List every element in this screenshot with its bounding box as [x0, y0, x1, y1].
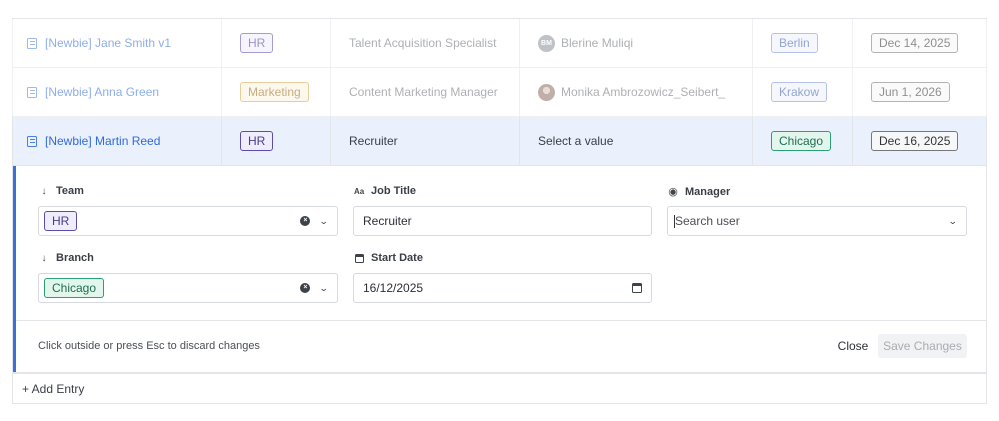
- text-icon: Aa: [354, 186, 365, 196]
- divider: [16, 320, 986, 321]
- manager-name: Monika Ambrozowicz_Seibert_: [561, 85, 726, 99]
- team-cell[interactable]: HR: [222, 117, 331, 165]
- avatar: BM: [538, 34, 555, 52]
- table-row-selected[interactable]: [Newbie] Martin Reed HR Recruiter Select…: [12, 117, 987, 166]
- add-entry-button[interactable]: + Add Entry: [12, 373, 987, 404]
- table: [Newbie] Jane Smith v1 HR Talent Acquisi…: [12, 0, 987, 404]
- manager-cell[interactable]: Select a value: [520, 117, 753, 165]
- branch-tag: Berlin: [771, 33, 818, 53]
- save-changes-button[interactable]: Save Changes: [878, 334, 967, 358]
- name-cell[interactable]: [Newbie] Anna Green: [13, 68, 222, 116]
- branch-select[interactable]: Chicago × ⌄: [38, 273, 338, 303]
- manager-cell[interactable]: Monika Ambrozowicz_Seibert_: [520, 68, 753, 116]
- table-row[interactable]: [Newbie] Jane Smith v1 HR Talent Acquisi…: [12, 19, 987, 68]
- document-icon: [27, 86, 37, 98]
- team-tag: HR: [240, 33, 274, 53]
- document-icon: [27, 135, 37, 147]
- branch-label: ↓ Branch: [39, 252, 94, 264]
- entry-name[interactable]: [Newbie] Anna Green: [45, 85, 159, 99]
- job-title-input[interactable]: Recruiter: [353, 206, 652, 236]
- entry-name[interactable]: [Newbie] Jane Smith v1: [45, 36, 171, 50]
- manager-placeholder: Select a value: [538, 134, 614, 148]
- start-date-cell[interactable]: Dec 16, 2025: [853, 117, 986, 165]
- job-title-text: Talent Acquisition Specialist: [349, 36, 497, 50]
- job-title-text: Recruiter: [349, 134, 398, 148]
- job-title-value: Recruiter: [363, 214, 412, 228]
- date-tag: Dec 16, 2025: [871, 131, 959, 151]
- team-label: ↓ Team: [39, 185, 84, 197]
- manager-name: Blerine Muliqi: [561, 36, 634, 50]
- name-cell[interactable]: [Newbie] Jane Smith v1: [13, 19, 222, 67]
- avatar: [538, 83, 555, 101]
- start-date-input[interactable]: 16/12/2025: [353, 273, 652, 303]
- chevron-down-icon[interactable]: ⌄: [319, 216, 329, 227]
- name-cell[interactable]: [Newbie] Martin Reed: [13, 117, 222, 165]
- arrow-down-icon: ↓: [41, 185, 47, 197]
- user-circle-icon: ◉: [668, 186, 678, 198]
- job-title-cell[interactable]: Recruiter: [331, 117, 520, 165]
- branch-tag: Krakow: [771, 82, 828, 102]
- table-row[interactable]: [Newbie] Anna Green Marketing Content Ma…: [12, 68, 987, 117]
- branch-cell[interactable]: Berlin: [753, 19, 853, 67]
- manager-search-input[interactable]: Search user ⌄: [667, 206, 967, 236]
- date-tag: Dec 14, 2025: [871, 33, 959, 53]
- inline-editor: ↓ Team HR × ⌄ Aa Job Title Recruiter ◉ M…: [12, 166, 987, 373]
- document-icon: [27, 37, 37, 49]
- close-button[interactable]: Close: [827, 334, 879, 358]
- team-tag: Marketing: [240, 82, 309, 102]
- job-title-cell[interactable]: Content Marketing Manager: [331, 68, 520, 116]
- editor-accent-bar: [13, 166, 16, 372]
- branch-cell[interactable]: Chicago: [753, 117, 853, 165]
- calendar-icon[interactable]: [632, 283, 642, 293]
- chevron-down-icon[interactable]: ⌄: [948, 216, 958, 227]
- discard-hint: Click outside or press Esc to discard ch…: [38, 340, 260, 352]
- team-tag: HR: [44, 211, 78, 231]
- team-cell[interactable]: Marketing: [222, 68, 331, 116]
- clear-icon[interactable]: ×: [300, 283, 311, 293]
- job-title-text: Content Marketing Manager: [349, 85, 498, 99]
- arrow-down-icon: ↓: [41, 252, 47, 264]
- start-date-value: 16/12/2025: [363, 281, 424, 295]
- manager-placeholder: Search user: [675, 214, 740, 228]
- clear-icon[interactable]: ×: [300, 216, 311, 226]
- team-tag: HR: [240, 131, 274, 151]
- team-select[interactable]: HR × ⌄: [38, 206, 338, 236]
- manager-label: ◉ Manager: [668, 185, 731, 199]
- entry-name[interactable]: [Newbie] Martin Reed: [45, 134, 160, 148]
- date-tag: Jun 1, 2026: [871, 82, 950, 102]
- job-title-cell[interactable]: Talent Acquisition Specialist: [331, 19, 520, 67]
- job-title-label: Aa Job Title: [354, 185, 417, 197]
- team-cell[interactable]: HR: [222, 19, 331, 67]
- chevron-down-icon[interactable]: ⌄: [319, 283, 329, 294]
- manager-cell[interactable]: BM Blerine Muliqi: [520, 19, 753, 67]
- branch-tag: Chicago: [771, 131, 832, 151]
- start-date-label: Start Date: [354, 252, 423, 264]
- start-date-cell[interactable]: Jun 1, 2026: [853, 68, 986, 116]
- branch-tag: Chicago: [44, 278, 105, 298]
- start-date-cell[interactable]: Dec 14, 2025: [853, 19, 986, 67]
- calendar-icon: [354, 253, 364, 263]
- branch-cell[interactable]: Krakow: [753, 68, 853, 116]
